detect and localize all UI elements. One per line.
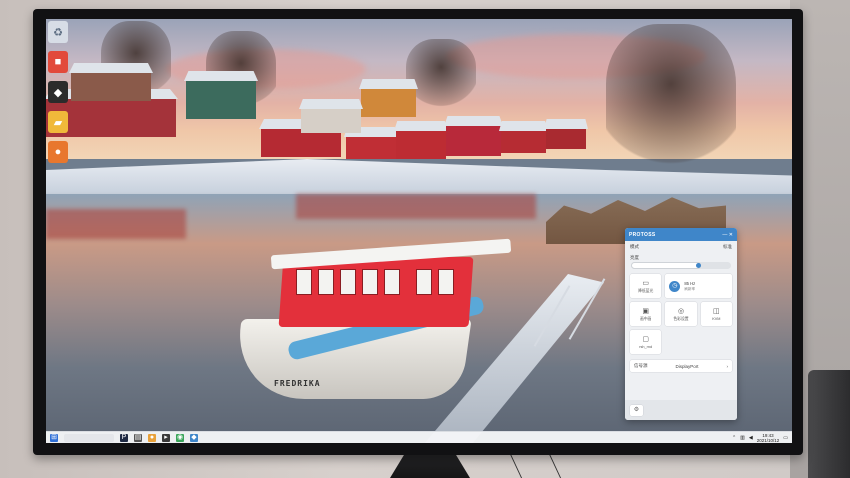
color-icon: ◎ [677,307,685,315]
terminal-icon[interactable]: ▸ [162,433,170,442]
refresh-rate-value: 85 Hz [684,280,696,286]
mode-row[interactable]: 模式 标准 [625,241,737,253]
house [499,121,548,153]
house [544,119,588,149]
brightness-slider[interactable] [631,262,731,269]
house [359,79,418,117]
mode-value[interactable]: 标准 [723,244,732,250]
tile-label: 画中画 [639,316,652,321]
recycle-bin-icon[interactable]: ♻ [48,21,68,43]
system-tray: ⌃ ▥ ◀ 19:43 2021/10/12 ▭ [732,433,788,443]
tile-label: KVM [712,316,721,321]
panel-window-controls[interactable]: — ✕ [722,232,733,238]
house [344,127,398,159]
taskbar: ⊞ P ▤ ● ▸ ◉ ◆ ⌃ ▥ ◀ 19:43 2021/10/12 ▭ [46,431,792,443]
boat-window [384,269,400,295]
desktop-app-icon[interactable]: ■ [48,51,68,73]
tile-label: 降低蓝光 [638,288,654,293]
desktop-app-icon[interactable]: ◆ [48,81,68,103]
kvm-icon: ◫ [713,307,720,315]
screen: FREDRIKA ♻ ■ ◆ ▰ ● PROTOSS — ✕ 模式 标准 亮度 … [46,19,792,443]
tile-color-settings[interactable]: ◎ 色彩设置 [665,302,697,326]
app-icon-blue[interactable]: ◆ [190,433,198,442]
panel-title: PROTOSS [629,231,656,238]
settings-icon[interactable]: ⚙ [630,404,643,416]
house-reflection [296,194,536,219]
boat-window [340,269,356,295]
brightness-row: 亮度 [625,253,737,262]
folder-icon[interactable]: ▰ [48,111,68,133]
monitor-control-panel: PROTOSS — ✕ 模式 标准 亮度 ▭ 降低蓝光 ◷ 85 Hz 刷新率 [625,228,737,420]
eye-care-icon: ▭ [642,279,649,287]
boat-window [438,269,454,295]
file-explorer-icon[interactable]: ▤ [134,433,142,442]
pip-icon: ▣ [642,307,649,315]
brightness-label: 亮度 [630,254,639,260]
quick-tiles: ▭ 降低蓝光 ◷ 85 Hz 刷新率 ▣ 画中画 ◎ 色彩设置 ◫ KVM ▢ … [625,272,737,354]
refresh-rate-text: 85 Hz 刷新率 [684,281,695,292]
network-icon[interactable]: ▥ [740,435,745,441]
source-label: 信号源 [634,363,648,368]
tile-low-blue-light[interactable]: ▭ 降低蓝光 [630,274,662,298]
boat-window [296,269,312,295]
house [444,116,503,156]
house-reflection [46,209,186,239]
tile-pip[interactable]: ▣ 画中画 [630,302,662,326]
taskbar-search[interactable] [64,433,114,442]
boat-window [416,269,432,295]
volume-icon[interactable]: ◀ [749,435,753,441]
tile-refresh-rate[interactable]: ◷ 85 Hz 刷新率 [665,274,732,298]
house [69,63,153,101]
input-source-row[interactable]: 信号源 DisplayPort › [630,360,732,372]
chevron-right-icon: › [726,363,728,369]
refresh-rate-icon: ◷ [669,280,681,292]
wechat-icon[interactable]: ◉ [176,433,184,442]
start-icon[interactable]: ⊞ [50,433,58,442]
notification-icon[interactable]: ▭ [783,435,788,441]
house [394,121,448,159]
tile-extra[interactable]: ▢ rsh_rnd [630,330,662,354]
desktop-icon-column: ♻ ■ ◆ ▰ ● [48,21,72,163]
mode-label: 模式 [630,244,639,249]
brightness-slider-fill [631,262,701,269]
chrome-icon[interactable]: ● [148,433,156,442]
tile-label: rsh_rnd [639,344,653,349]
speaker [808,370,850,478]
boat-name: FREDRIKA [274,379,321,388]
photoshop-icon[interactable]: P [120,433,128,442]
clock-date: 2021/10/12 [756,437,780,443]
boat-window [318,269,334,295]
boat-window [362,269,378,295]
refresh-rate-label: 刷新率 [684,286,696,291]
brightness-slider-knob[interactable] [696,263,701,268]
tile-kvm[interactable]: ◫ KVM [700,302,732,326]
tile-label: 色彩设置 [673,316,689,321]
panel-footer: ⚙ [625,400,737,420]
panel-header: PROTOSS — ✕ [625,228,737,241]
display-icon: ▢ [642,335,649,343]
cables [508,452,562,478]
taskbar-clock[interactable]: 19:43 2021/10/12 [757,433,780,443]
tray-arrow-icon[interactable]: ⌃ [732,435,736,441]
house [184,71,258,119]
desktop-app-icon[interactable]: ● [48,141,68,163]
source-value[interactable]: DisplayPort [675,364,698,369]
house [299,99,363,133]
